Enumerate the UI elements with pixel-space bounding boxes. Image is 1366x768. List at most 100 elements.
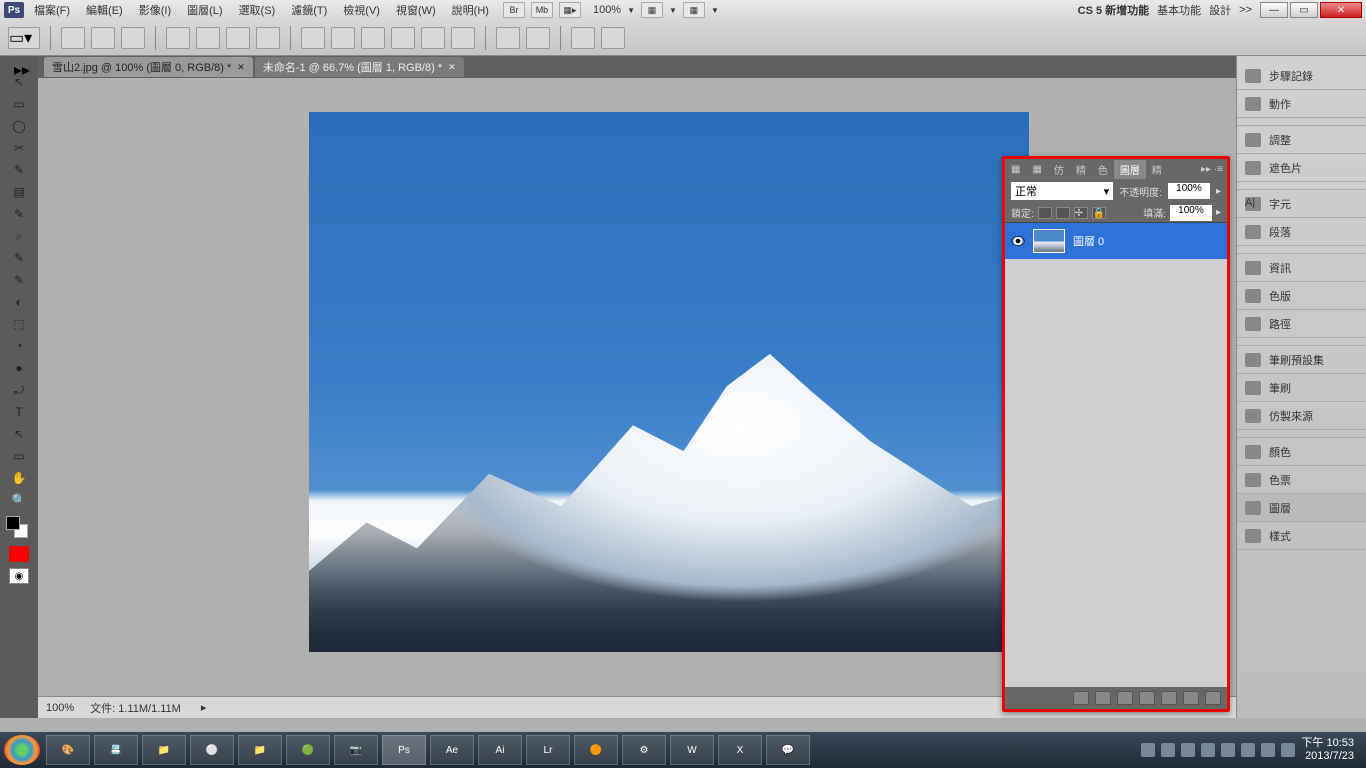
panel-tab[interactable]: 精 xyxy=(1146,160,1168,179)
taskbar-item[interactable]: Lr xyxy=(526,735,570,765)
opacity-input[interactable]: 100% xyxy=(1168,183,1210,199)
adjustment-layer-icon[interactable] xyxy=(1139,691,1155,705)
align-icon[interactable] xyxy=(451,27,475,49)
workspace-cs5[interactable]: CS 5 新增功能 xyxy=(1078,2,1150,18)
align-icon[interactable] xyxy=(301,27,325,49)
opt-icon[interactable] xyxy=(256,27,280,49)
chevron-right-icon[interactable]: ▸ xyxy=(201,701,207,714)
taskbar-item[interactable]: Ai xyxy=(478,735,522,765)
tray-icon[interactable] xyxy=(1141,743,1155,757)
menu-help[interactable]: 說明(H) xyxy=(448,0,493,20)
mask-add-icon[interactable] xyxy=(1117,691,1133,705)
align-icon[interactable] xyxy=(421,27,445,49)
layer-thumbnail[interactable] xyxy=(1033,229,1065,253)
hand-tool[interactable]: ✋ xyxy=(7,468,31,488)
window-minimize-button[interactable]: — xyxy=(1260,2,1288,18)
screen-mode-icon[interactable]: ▦▸ xyxy=(559,2,581,18)
window-maximize-button[interactable]: ▭ xyxy=(1290,2,1318,18)
workspace-design[interactable]: 設計 xyxy=(1209,2,1231,18)
lasso-tool[interactable]: ◯ xyxy=(7,116,31,136)
strip-history[interactable]: 步驟記錄 xyxy=(1237,62,1366,90)
taskbar-item[interactable]: 🎨 xyxy=(46,735,90,765)
tool-preset-icon[interactable]: ▭▾ xyxy=(8,27,40,49)
strip-clone-source[interactable]: 仿製來源 xyxy=(1237,402,1366,430)
brush-tool[interactable]: ⌕ xyxy=(7,226,31,246)
tray-icon[interactable] xyxy=(1221,743,1235,757)
opt-icon[interactable] xyxy=(196,27,220,49)
panel-tab[interactable]: ▦ xyxy=(1026,162,1047,177)
shape-tool[interactable]: ▭ xyxy=(7,446,31,466)
fx-icon[interactable] xyxy=(1095,691,1111,705)
strip-paragraph[interactable]: 段落 xyxy=(1237,218,1366,246)
stamp-tool[interactable]: ✎ xyxy=(7,248,31,268)
taskbar-item[interactable]: 🟠 xyxy=(574,735,618,765)
align-icon[interactable] xyxy=(331,27,355,49)
taskbar-item[interactable]: 🟢 xyxy=(286,735,330,765)
strip-character[interactable]: A|字元 xyxy=(1237,190,1366,218)
strip-channels[interactable]: 色版 xyxy=(1237,282,1366,310)
align-icon[interactable] xyxy=(391,27,415,49)
panel-tab[interactable]: 精 xyxy=(1070,160,1092,179)
taskbar-item[interactable]: ⚪ xyxy=(190,735,234,765)
distribute-icon[interactable] xyxy=(496,27,520,49)
type-tool[interactable]: T xyxy=(7,402,31,422)
gradient-tool[interactable]: ⬚ xyxy=(7,314,31,334)
eraser-tool[interactable]: ◐ xyxy=(7,292,31,312)
fill-input[interactable]: 100% xyxy=(1170,205,1212,221)
start-button[interactable] xyxy=(4,735,40,765)
blend-mode-select[interactable]: 正常▾ xyxy=(1011,182,1113,200)
taskbar-clock[interactable]: 下午 10:53 2013/7/23 xyxy=(1301,737,1354,763)
chevron-right-icon[interactable]: ▸ xyxy=(1216,186,1221,197)
tray-icon[interactable] xyxy=(1201,743,1215,757)
taskbar-item[interactable]: 📷 xyxy=(334,735,378,765)
tray-icon[interactable] xyxy=(1161,743,1175,757)
tray-icon[interactable] xyxy=(1241,743,1255,757)
taskbar-item-photoshop[interactable]: Ps xyxy=(382,735,426,765)
zoom-level[interactable]: 100% xyxy=(593,4,621,16)
distribute-icon[interactable] xyxy=(526,27,550,49)
dropdown-icon[interactable]: ▼ xyxy=(669,6,677,15)
menu-view[interactable]: 檢視(V) xyxy=(339,0,384,20)
auto-select-icon[interactable] xyxy=(61,27,85,49)
strip-color[interactable]: 顏色 xyxy=(1237,438,1366,466)
menu-image[interactable]: 影像(I) xyxy=(135,0,175,20)
opt-icon[interactable] xyxy=(166,27,190,49)
new-layer-icon[interactable] xyxy=(1183,691,1199,705)
taskbar-item[interactable]: 📁 xyxy=(142,735,186,765)
hand-grid-icon[interactable]: ▦ xyxy=(641,2,663,18)
strip-paths[interactable]: 路徑 xyxy=(1237,310,1366,338)
strip-swatches[interactable]: 色票 xyxy=(1237,466,1366,494)
taskbar-item[interactable]: X xyxy=(718,735,762,765)
strip-layers[interactable]: 圖層 xyxy=(1237,494,1366,522)
taskbar-item[interactable]: ⚙ xyxy=(622,735,666,765)
zoom-tool[interactable]: 🔍 xyxy=(7,490,31,510)
tray-icon[interactable] xyxy=(1261,743,1275,757)
workspace-essentials[interactable]: 基本功能 xyxy=(1157,2,1201,18)
collapse-icon[interactable]: ▸▸ xyxy=(14,60,24,68)
document-canvas[interactable] xyxy=(309,112,1029,652)
close-icon[interactable]: ✕ xyxy=(237,62,245,73)
lock-move-icon[interactable]: ✢ xyxy=(1074,207,1088,219)
taskbar-item[interactable]: W xyxy=(670,735,714,765)
close-icon[interactable]: ✕ xyxy=(448,62,456,73)
menu-layer[interactable]: 圖層(L) xyxy=(183,0,226,20)
dropdown-icon[interactable]: ▼ xyxy=(711,6,719,15)
lock-transparent-icon[interactable] xyxy=(1038,207,1052,219)
menu-select[interactable]: 選取(S) xyxy=(235,0,280,20)
foreground-swatch[interactable] xyxy=(6,516,20,530)
menu-edit[interactable]: 編輯(E) xyxy=(82,0,127,20)
layer-name[interactable]: 圖層 0 xyxy=(1073,233,1104,249)
healing-tool[interactable]: ✎ xyxy=(7,204,31,224)
marquee-tool[interactable]: ▭ xyxy=(7,94,31,114)
align-icon[interactable] xyxy=(361,27,385,49)
tray-icon[interactable] xyxy=(1181,743,1195,757)
quick-mask-swatch[interactable] xyxy=(9,546,29,562)
trash-icon[interactable] xyxy=(1205,691,1221,705)
history-brush-tool[interactable]: ✎ xyxy=(7,270,31,290)
lock-brush-icon[interactable] xyxy=(1056,207,1070,219)
strip-actions[interactable]: 動作 xyxy=(1237,90,1366,118)
eyedropper-tool[interactable]: ▤ xyxy=(7,182,31,202)
menu-window[interactable]: 視窗(W) xyxy=(392,0,440,20)
distribute-icon[interactable] xyxy=(601,27,625,49)
taskbar-item[interactable]: 📇 xyxy=(94,735,138,765)
